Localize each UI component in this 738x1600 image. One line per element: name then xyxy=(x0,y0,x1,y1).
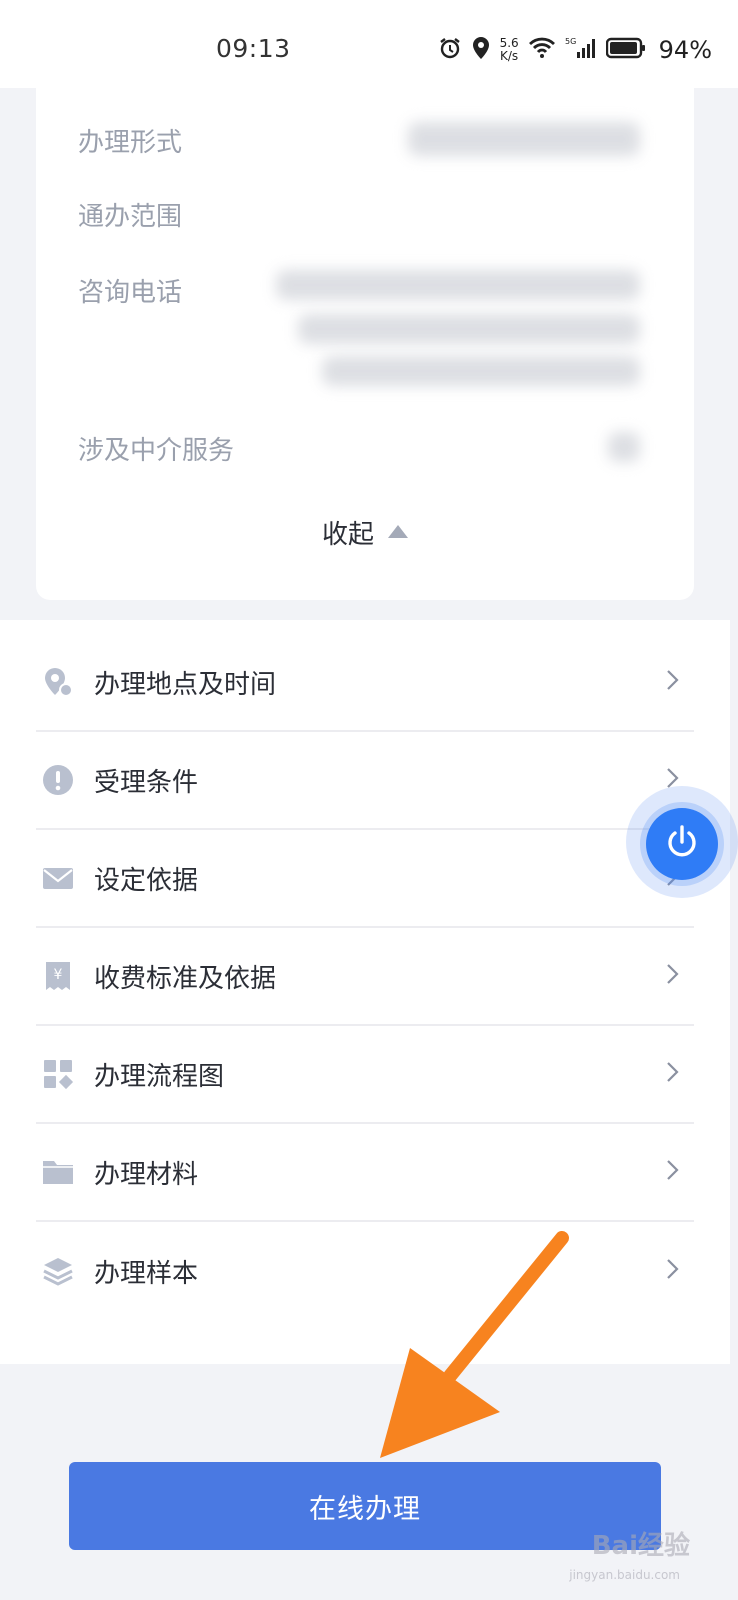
chevron-right-icon xyxy=(660,1158,694,1186)
menu-label: 设定依据 xyxy=(94,865,199,896)
flowchart-icon xyxy=(42,1058,74,1090)
network-speed: 5.6 K/s xyxy=(499,36,519,63)
field-label-hotline: 咨询电话 xyxy=(78,278,183,308)
menu-item-fee-standard[interactable]: ¥ 收费标准及依据 xyxy=(36,928,694,1026)
battery-icon xyxy=(605,37,646,63)
status-time: 09:13 xyxy=(216,34,291,63)
power-icon xyxy=(662,822,702,866)
location-icon xyxy=(471,36,491,64)
field-label-intermediary: 涉及中介服务 xyxy=(78,436,235,466)
details-card: 办理形式 通办范围 咨询电话 涉及中介服务 收起 xyxy=(36,88,694,600)
status-icons: 5.6 K/s 5G 94% xyxy=(438,36,712,64)
chevron-right-icon xyxy=(660,962,694,990)
menu-item-flowchart[interactable]: 办理流程图 xyxy=(36,1026,694,1124)
menu-item-acceptance-conditions[interactable]: 受理条件 xyxy=(36,732,694,830)
annotation-arrow-icon xyxy=(380,1231,569,1458)
battery-percentage: 94% xyxy=(658,36,712,64)
menu-item-samples[interactable]: 办理样本 xyxy=(36,1222,694,1320)
field-label-scope: 通办范围 xyxy=(78,202,183,232)
menu-label: 收费标准及依据 xyxy=(94,963,277,994)
collapse-toggle[interactable]: 收起 xyxy=(36,514,694,551)
menu-item-legal-basis[interactable]: 设定依据 xyxy=(36,830,694,928)
watermark-url: jingyan.baidu.com xyxy=(569,1568,680,1582)
signal-5g-icon: 5G xyxy=(565,36,597,64)
floating-power-button[interactable] xyxy=(646,808,718,880)
blurred-value xyxy=(298,314,640,344)
collapse-label: 收起 xyxy=(321,520,374,550)
envelope-icon xyxy=(42,862,74,894)
location-pin-icon xyxy=(42,666,74,698)
wifi-icon xyxy=(528,36,556,64)
blurred-value xyxy=(322,356,640,386)
blurred-value xyxy=(408,122,640,156)
menu-label: 受理条件 xyxy=(94,767,199,798)
svg-text:¥: ¥ xyxy=(54,967,63,983)
triangle-up-icon xyxy=(388,525,408,538)
watermark-logo: Bai经验 xyxy=(591,1531,690,1561)
menu-item-location-time[interactable]: 办理地点及时间 xyxy=(36,634,694,732)
field-label-handling-form: 办理形式 xyxy=(78,128,183,158)
online-handle-button[interactable]: 在线办理 xyxy=(69,1462,661,1550)
menu-item-materials[interactable]: 办理材料 xyxy=(36,1124,694,1222)
alarm-icon xyxy=(438,36,462,64)
chevron-right-icon xyxy=(660,1060,694,1088)
chevron-right-icon xyxy=(660,1257,694,1285)
layers-icon xyxy=(42,1255,74,1287)
exclamation-circle-icon xyxy=(42,764,74,796)
menu-label: 办理流程图 xyxy=(94,1061,225,1092)
folder-icon xyxy=(42,1156,74,1188)
menu-label: 办理材料 xyxy=(94,1159,199,1190)
menu-label: 办理地点及时间 xyxy=(94,669,277,700)
service-menu: 办理地点及时间 受理条件 设定依据 ¥ 收费标准及依据 办理流程图 办理材料 办… xyxy=(0,620,730,1364)
blurred-value xyxy=(276,270,640,300)
chevron-right-icon xyxy=(660,668,694,696)
receipt-yen-icon: ¥ xyxy=(42,960,74,992)
blurred-value xyxy=(608,432,640,462)
svg-text:5G: 5G xyxy=(565,37,576,46)
status-bar: 09:13 5.6 K/s 5G 94% xyxy=(0,0,738,88)
